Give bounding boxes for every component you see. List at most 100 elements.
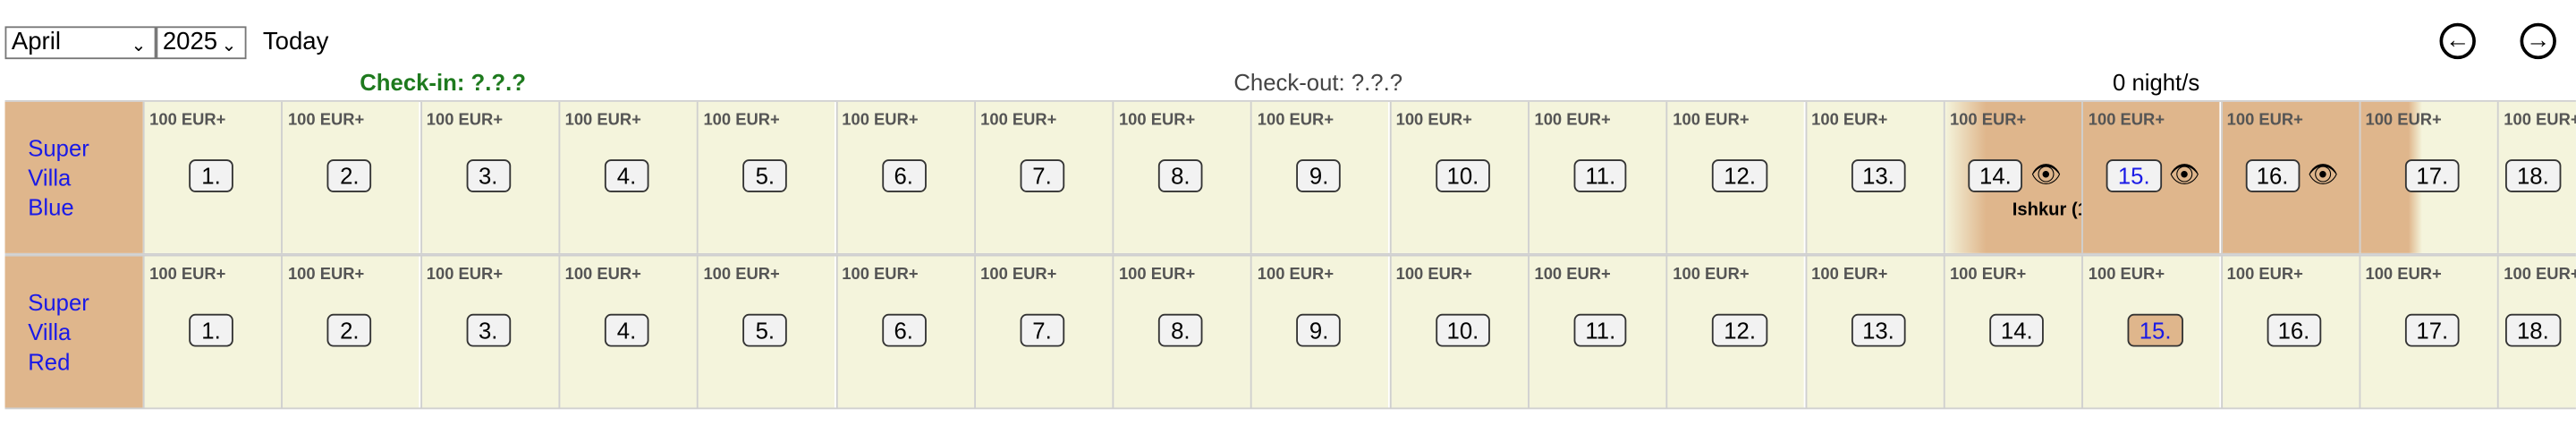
arrow-left-icon[interactable]: ← xyxy=(2439,22,2476,60)
day-cell[interactable]: 100 EUR+ 8. xyxy=(1112,256,1250,408)
day-button[interactable]: 2. xyxy=(327,313,372,347)
day-cell[interactable]: 100 EUR+ 18. xyxy=(2496,101,2576,253)
day-button[interactable]: 3. xyxy=(465,159,511,192)
eye-icon[interactable]: 👁 xyxy=(2030,161,2062,191)
day-button[interactable]: 14. xyxy=(1989,313,2045,347)
day-button[interactable]: 18. xyxy=(2505,159,2561,192)
day-button[interactable]: 9. xyxy=(1296,159,1342,192)
day-cell[interactable]: 100 EUR+ 3. xyxy=(419,101,558,253)
price-label: 100 EUR+ xyxy=(2504,111,2576,131)
chevron-down-icon: ⌄ xyxy=(221,36,237,56)
day-button[interactable]: 15. xyxy=(2106,159,2162,192)
day-button[interactable]: 1. xyxy=(189,313,233,347)
day-cell[interactable]: 100 EUR+ 10. xyxy=(1389,101,1528,253)
year-select[interactable]: 2025 ⌄ xyxy=(156,26,247,60)
day-cell[interactable]: 100 EUR+ 11. xyxy=(1528,101,1666,253)
day-button[interactable]: 12. xyxy=(1712,159,1767,192)
day-cell[interactable]: 100 EUR+ 5. xyxy=(697,256,835,408)
day-button[interactable]: 9. xyxy=(1296,313,1342,347)
day-cell[interactable]: 100 EUR+ 17. xyxy=(2359,101,2497,253)
day-button[interactable]: 6. xyxy=(881,159,926,192)
day-button[interactable]: 4. xyxy=(604,313,649,347)
price-label: 100 EUR+ xyxy=(1949,266,2027,285)
day-button[interactable]: 14. xyxy=(1968,159,2023,192)
villa-row-blue: Super Villa Blue 100 EUR+ 1. 100 EUR+ 2. 100 EU… xyxy=(4,100,2576,255)
day-cell[interactable]: 100 EUR+ 8. xyxy=(1112,101,1250,253)
villa-name-part: Red xyxy=(28,348,71,375)
month-select[interactable]: April ⌄ xyxy=(4,26,157,60)
checkout-label: Check-out: ?.?.? xyxy=(1233,69,1403,96)
day-cell[interactable]: 100 EUR+ 6. xyxy=(835,101,974,253)
villa-link[interactable]: Super Villa Red xyxy=(28,287,89,376)
price-label: 100 EUR+ xyxy=(1811,111,1888,131)
day-cell[interactable]: 100 EUR+ 11. xyxy=(1528,256,1666,408)
villa-name-part: Villa xyxy=(28,164,72,191)
price-label: 100 EUR+ xyxy=(1534,266,1611,285)
day-cell[interactable]: 100 EUR+ 12. xyxy=(1665,101,1805,253)
day-cell[interactable]: 100 EUR+ 3. xyxy=(419,256,558,408)
day-cell[interactable]: 100 EUR+ 16. xyxy=(2220,256,2359,408)
price-label: 100 EUR+ xyxy=(703,266,780,285)
day-button[interactable]: 7. xyxy=(1020,159,1064,192)
day-cell[interactable]: 100 EUR+ 17. xyxy=(2359,256,2497,408)
day-button[interactable]: 5. xyxy=(742,159,788,192)
villa-name-part: Villa xyxy=(28,319,72,345)
day-button[interactable]: 16. xyxy=(2266,313,2322,347)
day-button[interactable]: 6. xyxy=(881,313,926,347)
day-cell[interactable]: 100 EUR+ 4. xyxy=(558,256,697,408)
day-button[interactable]: 3. xyxy=(465,313,511,347)
day-cell[interactable]: 100 EUR+ 9. xyxy=(1250,256,1389,408)
day-cell[interactable]: 100 EUR+ 16. 👁 xyxy=(2220,101,2359,253)
day-cell[interactable]: 100 EUR+ 18. xyxy=(2496,256,2576,408)
day-cell[interactable]: 100 EUR+ 15. 👁 xyxy=(2081,101,2220,253)
price-label: 100 EUR+ xyxy=(2226,266,2303,285)
day-button[interactable]: 12. xyxy=(1712,313,1767,347)
day-button[interactable]: 7. xyxy=(1020,313,1064,347)
day-cell[interactable]: 100 EUR+ 14. 👁 Ishkur (1) xyxy=(1943,101,2094,253)
day-cell[interactable]: 100 EUR+ 6. xyxy=(835,256,974,408)
day-cell[interactable]: 100 EUR+ 1. xyxy=(142,101,282,253)
villa-link[interactable]: Super Villa Blue xyxy=(28,133,89,222)
day-button[interactable]: 1. xyxy=(189,159,233,192)
checkin-label: Check-in: ?.?.? xyxy=(360,69,526,96)
price-label: 100 EUR+ xyxy=(1395,266,1472,285)
day-button[interactable]: 13. xyxy=(1851,313,1906,347)
day-button[interactable]: 4. xyxy=(604,159,649,192)
day-cell[interactable]: 100 EUR+ 7. xyxy=(973,101,1113,253)
day-cell[interactable]: 100 EUR+ 7. xyxy=(973,256,1113,408)
day-button[interactable]: 17. xyxy=(2404,313,2461,347)
day-cell[interactable]: 100 EUR+ 12. xyxy=(1665,256,1805,408)
arrow-right-icon[interactable]: → xyxy=(2520,22,2556,60)
day-button[interactable]: 5. xyxy=(742,313,788,347)
day-button[interactable]: 10. xyxy=(1435,159,1491,192)
day-cell[interactable]: 100 EUR+ 14. xyxy=(1943,256,2081,408)
day-cell[interactable]: 100 EUR+ 4. xyxy=(558,101,697,253)
day-button[interactable]: 10. xyxy=(1435,313,1491,347)
price-label: 100 EUR+ xyxy=(564,111,641,131)
day-button[interactable]: 11. xyxy=(1573,313,1628,347)
today-button[interactable]: Today xyxy=(263,28,329,55)
day-cell[interactable]: 100 EUR+ 2. xyxy=(281,101,419,253)
eye-icon[interactable]: 👁 xyxy=(2308,161,2339,191)
day-cell[interactable]: 100 EUR+ 10. xyxy=(1389,256,1528,408)
day-button[interactable]: 11. xyxy=(1573,159,1628,192)
price-label: 100 EUR+ xyxy=(2088,111,2165,131)
villa-name-part: Super xyxy=(28,289,89,316)
day-cell[interactable]: 100 EUR+ 5. xyxy=(697,101,835,253)
day-button[interactable]: 13. xyxy=(1851,159,1906,192)
day-button[interactable]: 18. xyxy=(2505,313,2561,347)
eye-icon[interactable]: 👁 xyxy=(2169,161,2200,191)
price-label: 100 EUR+ xyxy=(842,111,919,131)
day-button[interactable]: 15. xyxy=(2127,313,2183,347)
day-button[interactable]: 16. xyxy=(2244,159,2301,192)
day-cell[interactable]: 100 EUR+ 2. xyxy=(281,256,419,408)
day-button[interactable]: 2. xyxy=(327,159,372,192)
day-cell[interactable]: 100 EUR+ 15. xyxy=(2081,256,2220,408)
day-cell[interactable]: 100 EUR+ 13. xyxy=(1804,256,1944,408)
day-button[interactable]: 8. xyxy=(1158,159,1203,192)
day-cell[interactable]: 100 EUR+ 1. xyxy=(142,256,282,408)
day-button[interactable]: 8. xyxy=(1158,313,1203,347)
day-cell[interactable]: 100 EUR+ 13. xyxy=(1804,101,1944,253)
day-button[interactable]: 17. xyxy=(2404,159,2461,192)
day-cell[interactable]: 100 EUR+ 9. xyxy=(1250,101,1389,253)
